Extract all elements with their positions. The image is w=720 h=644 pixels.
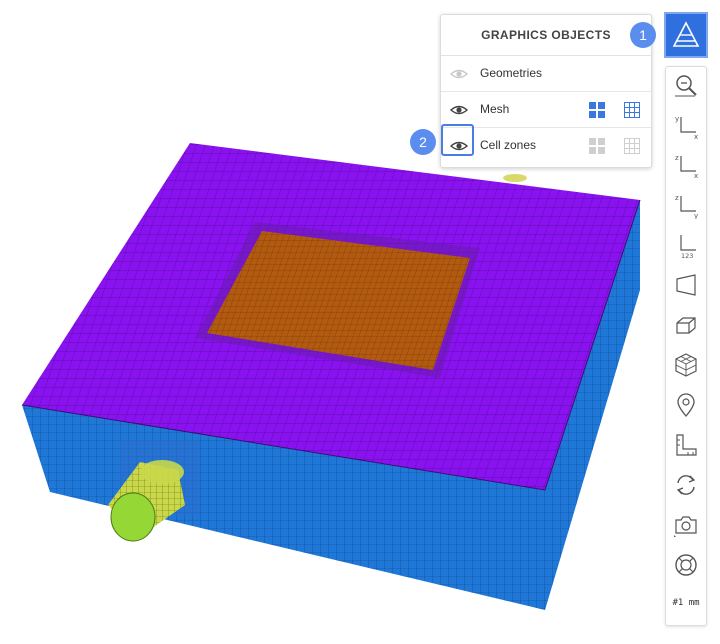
svg-text:123: 123	[681, 252, 693, 259]
perspective-icon[interactable]	[672, 271, 700, 299]
wireframe-display-icon[interactable]	[624, 102, 640, 118]
zoom-icon[interactable]	[672, 71, 700, 99]
row-label: Mesh	[480, 102, 510, 116]
eye-icon[interactable]	[449, 100, 469, 120]
svg-text:y: y	[694, 212, 698, 219]
view-toolbar: y x z x z y 123 #1 mm	[665, 66, 707, 626]
view-xy-icon[interactable]: y x	[672, 112, 700, 140]
svg-text:z: z	[675, 194, 679, 202]
svg-text:z: z	[675, 154, 679, 162]
inlet-cylinder	[108, 440, 200, 542]
svg-text:y: y	[675, 115, 679, 123]
row-label: Geometries	[480, 66, 543, 80]
scale-label: #1 mm	[672, 598, 700, 608]
cube-grid-icon[interactable]	[672, 351, 700, 379]
lifebuoy-icon[interactable]	[672, 551, 700, 579]
callout-badge-2: 2	[410, 129, 436, 155]
wireframe-display-icon[interactable]	[624, 138, 640, 154]
axes-123-icon[interactable]: 123	[672, 231, 700, 259]
view-zy-icon[interactable]: z y	[672, 191, 700, 219]
row-geometries[interactable]: Geometries	[441, 56, 651, 92]
outlet-cap	[503, 174, 527, 182]
panel-title: GRAPHICS OBJECTS	[441, 15, 651, 56]
box-icon[interactable]	[672, 311, 700, 339]
svg-text:x: x	[694, 133, 698, 140]
view-zx-icon[interactable]: z x	[672, 151, 700, 179]
row-label: Cell zones	[480, 138, 537, 152]
row-mesh[interactable]: Mesh	[441, 92, 651, 128]
location-pin-icon[interactable]	[672, 391, 700, 419]
ruler-icon[interactable]	[672, 431, 700, 459]
eye-icon[interactable]	[449, 64, 469, 84]
svg-text:x: x	[694, 172, 698, 179]
graphics-objects-icon	[672, 21, 700, 47]
camera-icon[interactable]	[672, 511, 700, 539]
surface-display-icon[interactable]	[589, 138, 605, 154]
rotate-icon[interactable]	[672, 471, 700, 499]
callout-badge-1: 1	[630, 22, 656, 48]
graphics-objects-button[interactable]	[664, 12, 708, 58]
surface-display-icon[interactable]	[589, 102, 605, 118]
eye-highlight-outline	[441, 124, 474, 156]
